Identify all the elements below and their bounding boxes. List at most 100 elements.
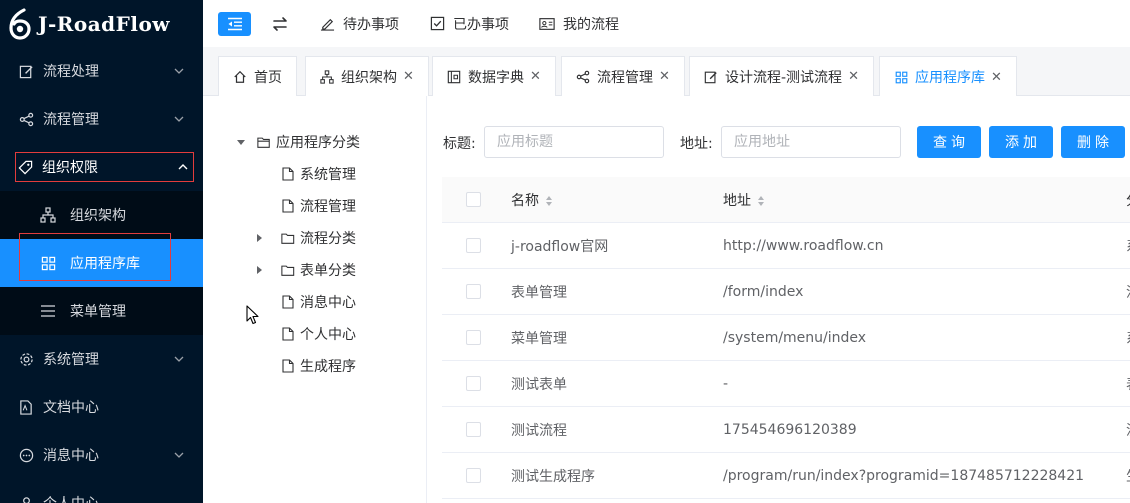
title-input[interactable] — [484, 126, 664, 158]
tree-node[interactable]: 流程管理 — [281, 194, 356, 218]
row-checkbox[interactable] — [466, 284, 481, 299]
delete-button[interactable]: 删除 — [1061, 126, 1125, 158]
caret-right-icon[interactable] — [253, 264, 265, 276]
sidebar-item-label: 组织权限 — [42, 160, 98, 176]
close-icon[interactable]: ✕ — [403, 69, 414, 84]
sidebar-item-message-center[interactable]: 消息中心 — [0, 431, 203, 479]
tab-design-process[interactable]: 设计流程-测试流程 ✕ — [689, 56, 874, 96]
todo-link[interactable]: 待办事项 — [319, 14, 399, 34]
tree-node[interactable]: 系统管理 — [281, 162, 356, 186]
sidebar-item-org-structure[interactable]: 组织架构 — [0, 191, 203, 239]
folder-icon — [281, 231, 295, 245]
chevron-down-icon — [174, 452, 184, 458]
user-icon — [18, 495, 34, 503]
sidebar-item-personal-center[interactable]: 个人中心 — [0, 479, 203, 503]
row-checkbox[interactable] — [466, 330, 481, 345]
column-header-label: 地址 — [723, 192, 751, 209]
table-row[interactable]: 测试流程 175454696120389 流 — [442, 407, 1130, 453]
cell-name: 表单管理 — [511, 284, 567, 301]
tag-icon — [17, 159, 33, 175]
sidebar-item-document-center[interactable]: 文档中心 — [0, 383, 203, 431]
row-checkbox[interactable] — [466, 376, 481, 391]
row-checkbox[interactable] — [466, 468, 481, 483]
done-link[interactable]: 已办事项 — [429, 14, 509, 34]
tree-node-root[interactable]: 应用程序分类 — [235, 130, 360, 154]
logo[interactable]: J-RoadFlow — [0, 0, 203, 47]
sidebar-item-system-management[interactable]: 系统管理 — [0, 335, 203, 383]
app-table: 名称 地址 分 j-roadflow官网 http://www.roadflow… — [442, 177, 1130, 499]
table-row[interactable]: 测试表单 - 表 — [442, 361, 1130, 407]
checkbox-icon — [429, 16, 445, 32]
cell-name: 测试流程 — [511, 422, 567, 439]
sidebar-item-label: 系统管理 — [43, 352, 99, 368]
sidebar-item-menu-management[interactable]: 菜单管理 — [0, 287, 203, 335]
tree-node-label: 消息中心 — [300, 295, 356, 311]
tab-data-dictionary[interactable]: 数据字典 ✕ — [432, 56, 556, 96]
my-process-link[interactable]: 我的流程 — [539, 14, 619, 34]
tab-label: 首页 — [254, 69, 282, 86]
tree-node[interactable]: 个人中心 — [281, 322, 356, 346]
sidebar-item-org-permissions[interactable]: 组织权限 — [14, 151, 195, 183]
url-input[interactable] — [721, 126, 901, 158]
chevron-up-icon — [178, 164, 188, 170]
cell-url: http://www.roadflow.cn — [723, 237, 884, 254]
tab-home[interactable]: 首页 — [218, 56, 297, 96]
sidebar-item-process-management[interactable]: 流程管理 — [0, 95, 203, 143]
tree-node[interactable]: 表单分类 — [253, 258, 356, 282]
cell-name: 测试表单 — [511, 376, 567, 393]
table-row[interactable]: 菜单管理 /system/menu/index 系 — [442, 315, 1130, 361]
column-header-name[interactable]: 名称 — [511, 190, 553, 210]
menu-icon — [40, 303, 56, 319]
my-process-link-label: 我的流程 — [563, 16, 619, 33]
tree-node-label: 系统管理 — [300, 167, 356, 183]
switch-button[interactable] — [269, 13, 291, 35]
chevron-down-icon — [174, 356, 184, 362]
tree-node-label: 表单分类 — [300, 263, 356, 279]
close-icon[interactable]: ✕ — [659, 69, 670, 84]
tree-node[interactable]: 生成程序 — [281, 354, 356, 378]
org-chart-icon — [40, 207, 56, 223]
caret-right-icon[interactable] — [253, 232, 265, 244]
category-tree: 应用程序分类 系统管理 流程管理 流程分类 表单分类 消息中心 个人中心 生成程… — [203, 96, 427, 503]
cell-category: 流 — [1126, 282, 1130, 302]
tab-app-library[interactable]: 应用程序库 ✕ — [879, 56, 1017, 97]
tab-org-structure[interactable]: 组织架构 ✕ — [305, 56, 429, 96]
row-checkbox[interactable] — [466, 238, 481, 253]
tree-node[interactable]: 消息中心 — [281, 290, 356, 314]
swap-icon — [273, 16, 287, 31]
sidebar-item-app-library[interactable]: 应用程序库 — [0, 233, 203, 287]
table-header: 名称 地址 分 — [442, 177, 1130, 223]
cell-name: 测试生成程序 — [511, 468, 595, 485]
org-chart-icon — [320, 69, 334, 84]
column-header-url[interactable]: 地址 — [723, 190, 765, 210]
collapse-sidebar-button[interactable] — [218, 11, 251, 36]
close-icon[interactable]: ✕ — [991, 70, 1002, 85]
close-icon[interactable]: ✕ — [848, 69, 859, 84]
column-header-category[interactable]: 分 — [1126, 190, 1130, 210]
tree-node-label: 生成程序 — [300, 359, 356, 375]
tab-label: 数据字典 — [468, 69, 524, 86]
select-all-checkbox[interactable] — [466, 192, 481, 207]
table-row[interactable]: 表单管理 /form/index 流 — [442, 269, 1130, 315]
edit-icon — [18, 63, 34, 79]
sidebar-item-process-handling[interactable]: 流程处理 — [0, 47, 203, 95]
search-form: 标题: 地址: 查询 添加 删除 — [442, 126, 1130, 158]
share-icon — [576, 70, 590, 84]
close-icon[interactable]: ✕ — [530, 69, 541, 84]
chat-icon — [18, 447, 34, 463]
tree-node[interactable]: 流程分类 — [253, 226, 356, 250]
sort-icon[interactable] — [545, 195, 553, 207]
tab-process-management[interactable]: 流程管理 ✕ — [561, 56, 685, 96]
title-label: 标题: — [443, 136, 476, 152]
sort-icon[interactable] — [757, 195, 765, 207]
file-icon — [281, 359, 295, 373]
folder-open-icon — [257, 135, 271, 149]
table-row[interactable]: 测试生成程序 /program/run/index?programid=1874… — [442, 453, 1130, 499]
table-row[interactable]: j-roadflow官网 http://www.roadflow.cn 系 — [442, 223, 1130, 269]
add-button[interactable]: 添加 — [989, 126, 1053, 158]
row-checkbox[interactable] — [466, 422, 481, 437]
caret-down-icon[interactable] — [235, 136, 247, 148]
cell-category: 系 — [1126, 328, 1130, 348]
cell-name: j-roadflow官网 — [511, 238, 609, 255]
query-button[interactable]: 查询 — [917, 126, 981, 158]
